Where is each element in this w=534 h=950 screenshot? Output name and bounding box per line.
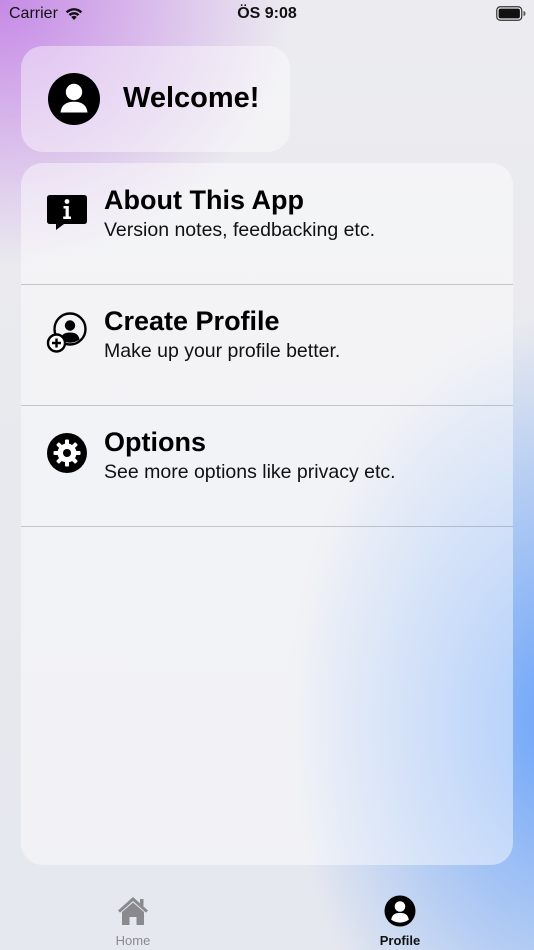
tab-home[interactable]: Home	[33, 880, 233, 950]
menu-item-title: Create Profile	[104, 306, 280, 336]
menu-card: About This App Version notes, feedbackin…	[21, 163, 513, 865]
welcome-card: Welcome!	[21, 46, 290, 152]
menu-item-title: About This App	[104, 185, 304, 215]
info-bubble-icon	[47, 195, 87, 230]
person-add-icon	[46, 312, 87, 353]
tab-label: Home	[115, 933, 151, 948]
person-circle-icon	[48, 73, 100, 125]
house-icon	[118, 897, 148, 925]
gear-icon	[47, 433, 87, 473]
status-bar: Carrier ÖS 9:08	[0, 0, 534, 28]
menu-item-options[interactable]: Options See more options like privacy et…	[21, 405, 513, 527]
menu-item-subtitle: Make up your profile better.	[104, 340, 341, 362]
battery-icon	[496, 6, 526, 21]
menu-item-subtitle: See more options like privacy etc.	[104, 461, 396, 483]
tab-profile[interactable]: Profile	[300, 880, 500, 950]
tab-bar: Home Profile	[0, 880, 534, 950]
welcome-title: Welcome!	[123, 82, 260, 114]
menu-item-title: Options	[104, 427, 206, 457]
person-circle-icon	[384, 895, 416, 927]
clock: ÖS 9:08	[237, 5, 297, 22]
menu-item-about[interactable]: About This App Version notes, feedbackin…	[21, 163, 513, 285]
tab-label: Profile	[379, 933, 421, 948]
menu-item-create-profile[interactable]: Create Profile Make up your profile bett…	[21, 284, 513, 406]
menu-item-subtitle: Version notes, feedbacking etc.	[104, 219, 376, 241]
